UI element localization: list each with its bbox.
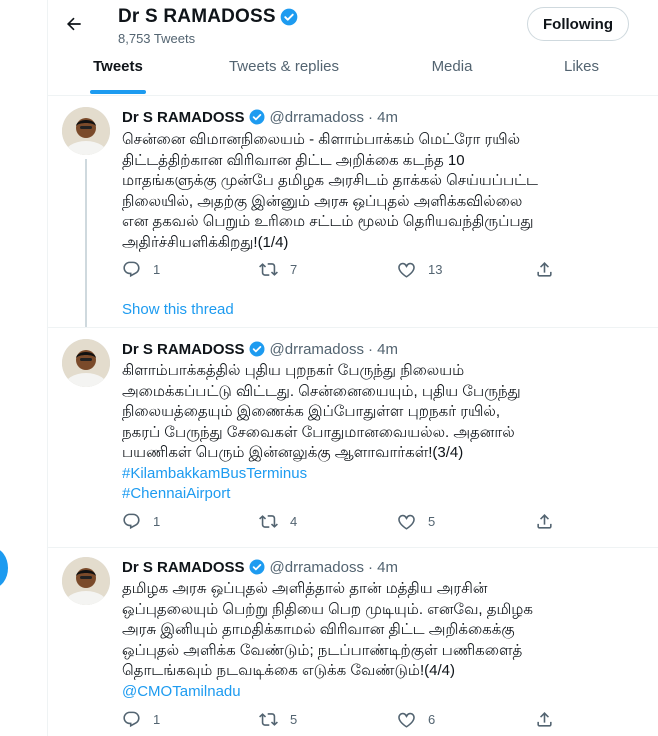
heart-icon <box>398 262 415 278</box>
tweet-1[interactable]: Dr S RAMADOSS @drramadoss · 4m சென்னை வி… <box>48 97 658 327</box>
tweet-text-line: அரசு இனியும் தாமதிக்காமல் விரிவான திட்ட … <box>122 621 515 638</box>
tweet-2[interactable]: Dr S RAMADOSS @drramadoss · 4m கிளாம்பாக… <box>48 328 658 547</box>
verified-badge-icon <box>248 108 266 126</box>
heart-icon <box>398 712 415 728</box>
hashtag-link[interactable]: #KilambakkamBusTerminus <box>122 464 652 485</box>
profile-column: Dr S RAMADOSS 8,753 Tweets Following Twe… <box>47 0 658 736</box>
retweet-count: 4 <box>290 514 298 529</box>
following-button[interactable]: Following <box>527 7 629 41</box>
tab-tweets-replies[interactable]: Tweets & replies <box>188 52 380 96</box>
tweet-text-line: கிளாம்பாக்கத்தில் புதிய புறநகர் பேருந்து… <box>122 362 465 379</box>
tweet-text-line: சென்னை விமானநிலையம் - கிளாம்பாக்கம் மெட்… <box>122 131 521 148</box>
tweet-text-line: அமைக்கப்பட்டு விட்டது. சென்னையையும், புத… <box>122 382 521 400</box>
share-button[interactable] <box>535 710 554 729</box>
share-icon <box>537 514 552 529</box>
tweet-text-line: தமிழக அரசு ஒப்புதல் அளித்தால் தான் மத்தி… <box>122 580 488 597</box>
tweet-text-line: தொடங்கவும் நடவடிக்கை எடுக்க வேண்டும்!(4/… <box>122 662 455 679</box>
tweet-author-name[interactable]: Dr S RAMADOSS <box>122 559 245 576</box>
tab-likes[interactable]: Likes <box>524 52 639 96</box>
arrow-left-icon <box>66 17 81 31</box>
retweet-button[interactable]: 5 <box>259 710 297 729</box>
profile-header: Dr S RAMADOSS 8,753 Tweets Following <box>48 0 658 52</box>
tweet-text-line: நிலையத்தையும் இணைக்க இப்போதுள்ள புறநகர் … <box>122 403 500 420</box>
active-tab-indicator <box>90 90 146 94</box>
profile-tabs: Tweets Tweets & replies Media Likes <box>48 52 658 96</box>
tweet-header: Dr S RAMADOSS @drramadoss · 4m <box>122 558 398 576</box>
tweet-text-line: நிலையில், அதற்கு இன்னும் அரசு ஒப்புதல் அ… <box>122 192 523 210</box>
tweet-count: 8,753 Tweets <box>118 31 196 46</box>
reply-button[interactable]: 1 <box>122 710 160 729</box>
tweet-text-line: திட்டத்திற்கான விரிவான திட்ட அறிக்கை கடந… <box>122 151 465 169</box>
avatar[interactable] <box>62 107 110 155</box>
verified-badge-icon <box>248 558 266 576</box>
verified-badge-icon <box>248 340 266 358</box>
hashtag-link[interactable]: #ChennaiAirport <box>122 484 652 505</box>
reply-button[interactable]: 1 <box>122 260 160 279</box>
profile-title-block: Dr S RAMADOSS 8,753 Tweets <box>118 6 299 46</box>
tweet-author-name[interactable]: Dr S RAMADOSS <box>122 341 245 358</box>
tweet-text-line: ஒப்புதலையும் பெற்று நிதியை பெற முடியும்.… <box>122 600 533 618</box>
avatar[interactable] <box>62 339 110 387</box>
twitter-profile-page: Dr S RAMADOSS 8,753 Tweets Following Twe… <box>0 0 658 736</box>
reply-icon <box>123 711 140 728</box>
tweet-text: கிளாம்பாக்கத்தில் புதிய புறநகர் பேருந்து… <box>122 361 652 505</box>
like-count: 5 <box>428 514 436 529</box>
tweet-header: Dr S RAMADOSS @drramadoss · 4m <box>122 108 398 126</box>
tweet-text-line: பயணிகள் பெரும் இன்னலுக்கு ஆளாவார்கள்!(3/… <box>122 444 464 461</box>
retweet-icon <box>259 515 278 528</box>
share-icon <box>537 712 552 727</box>
tweet-text-line: என தகவல் பெறும் உரிமை சட்டம் மூலம் தெரிய… <box>122 213 534 230</box>
tweet-text: தமிழக அரசு ஒப்புதல் அளித்தால் தான் மத்தி… <box>122 579 652 702</box>
like-button[interactable]: 5 <box>397 512 435 531</box>
tweet-text-line: மாதங்களுக்கு முன்பே தமிழக அரசிடம் தாக்கல… <box>122 172 538 189</box>
tweet-actions: 1 5 6 <box>112 710 552 734</box>
like-button[interactable]: 6 <box>397 710 435 729</box>
mention-link[interactable]: @CMOTamilnadu <box>122 682 652 703</box>
retweet-icon <box>259 713 278 726</box>
tweet-author-handle[interactable]: @drramadoss <box>270 109 364 126</box>
retweet-button[interactable]: 7 <box>259 260 297 279</box>
compose-tweet-button[interactable] <box>0 548 8 588</box>
share-button[interactable] <box>535 512 554 531</box>
heart-icon <box>398 514 415 530</box>
reply-count: 1 <box>153 712 161 727</box>
back-button[interactable] <box>56 6 92 42</box>
share-button[interactable] <box>535 260 554 279</box>
tweet-author-handle[interactable]: @drramadoss <box>270 341 364 358</box>
retweet-icon <box>259 263 278 276</box>
tweet-timestamp[interactable]: · 4m <box>368 109 398 126</box>
retweet-count: 7 <box>290 262 298 277</box>
like-count: 6 <box>428 712 436 727</box>
reply-count: 1 <box>153 262 161 277</box>
tweet-timestamp[interactable]: · 4m <box>368 559 398 576</box>
like-count: 13 <box>428 262 443 277</box>
tweet-text-line: ஒப்புதல் அளிக்க வேண்டும்; நடப்பாண்டிற்கு… <box>122 641 523 659</box>
tweet-actions: 1 4 5 <box>112 512 552 536</box>
tweet-timestamp[interactable]: · 4m <box>368 341 398 358</box>
share-icon <box>537 262 552 277</box>
reply-button[interactable]: 1 <box>122 512 160 531</box>
tweet-header: Dr S RAMADOSS @drramadoss · 4m <box>122 340 398 358</box>
retweet-button[interactable]: 4 <box>259 512 297 531</box>
tweet-text: சென்னை விமானநிலையம் - கிளாம்பாக்கம் மெட்… <box>122 130 652 253</box>
reply-count: 1 <box>153 514 161 529</box>
like-button[interactable]: 13 <box>397 260 442 279</box>
tweet-author-name[interactable]: Dr S RAMADOSS <box>122 109 245 126</box>
retweet-count: 5 <box>290 712 298 727</box>
profile-name: Dr S RAMADOSS <box>118 6 276 27</box>
tab-media[interactable]: Media <box>380 52 524 96</box>
thread-line <box>85 159 87 327</box>
show-thread-link[interactable]: Show this thread <box>122 301 234 318</box>
reply-icon <box>123 513 140 530</box>
verified-badge-icon <box>279 7 299 27</box>
tweet-author-handle[interactable]: @drramadoss <box>270 559 364 576</box>
tweet-actions: 1 7 13 <box>112 260 552 284</box>
tweet-text-line: நகரப் பேருந்து சேவைகள் போதுமானவையல்ல. அத… <box>122 423 515 441</box>
tweet-3[interactable]: Dr S RAMADOSS @drramadoss · 4m தமிழக அரச… <box>48 548 658 736</box>
avatar[interactable] <box>62 557 110 605</box>
tweet-text-line: அதிர்ச்சியளிக்கிறது!(1/4) <box>122 233 289 251</box>
reply-icon <box>123 261 140 278</box>
